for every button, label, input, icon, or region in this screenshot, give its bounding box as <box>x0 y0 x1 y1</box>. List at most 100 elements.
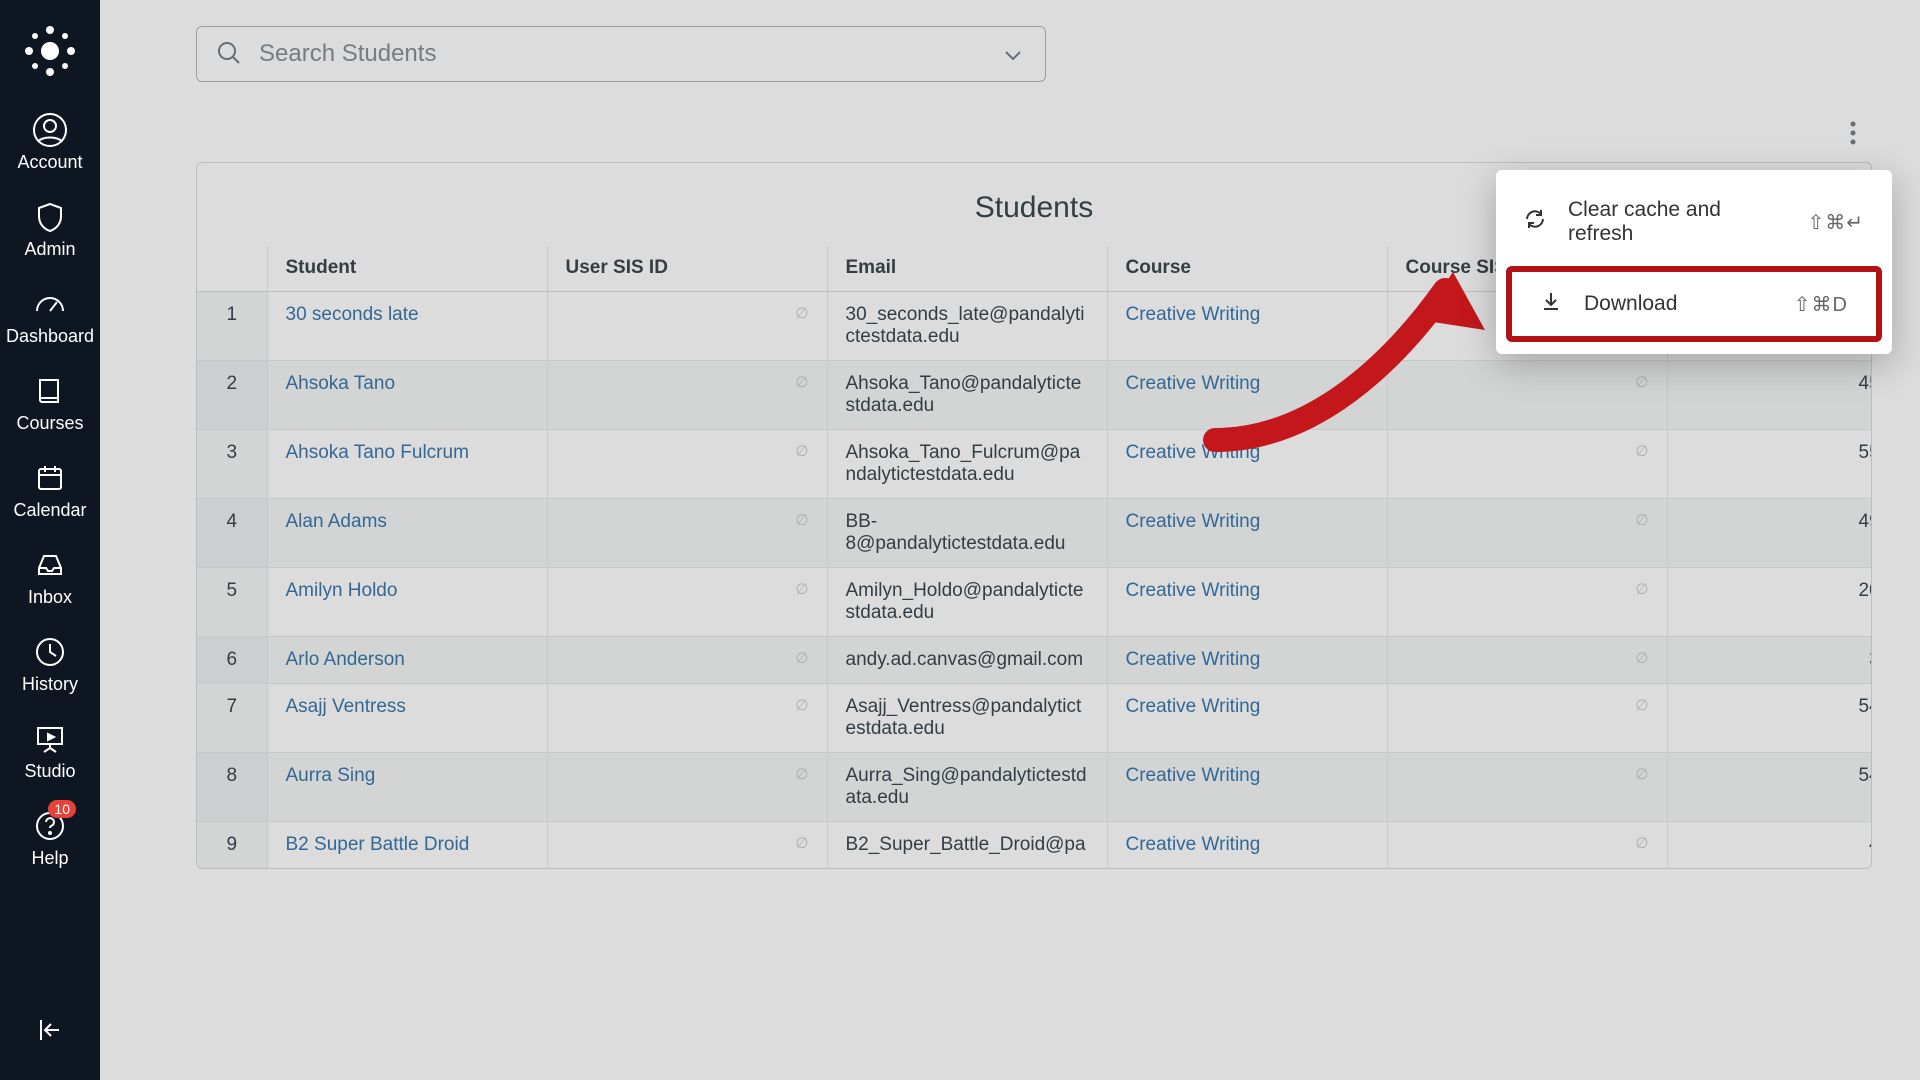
nav-inbox[interactable]: Inbox <box>0 535 100 622</box>
menu-download[interactable]: Download ⇧⌘D <box>1512 272 1876 336</box>
table-row: 5Amilyn Holdo∅Amilyn_Holdo@pandalytictes… <box>197 568 1872 637</box>
gauge-icon <box>30 284 70 324</box>
search-students-input[interactable] <box>196 26 1046 82</box>
cell-student: Aurra Sing <box>267 753 547 822</box>
null-icon: ∅ <box>1635 765 1648 783</box>
cell-sis: ∅ <box>547 292 827 361</box>
cell-sis: ∅ <box>547 568 827 637</box>
calendar-icon <box>30 458 70 498</box>
search-icon <box>216 40 242 71</box>
null-icon: ∅ <box>1635 834 1648 852</box>
course-link[interactable]: Creative Writing <box>1126 765 1261 786</box>
cell-course: Creative Writing <box>1107 822 1387 869</box>
student-link[interactable]: Ahsoka Tano <box>286 373 396 394</box>
cell-student: B2 Super Battle Droid <box>267 822 547 869</box>
cell-course-sis: ∅ <box>1387 637 1667 684</box>
student-link[interactable]: B2 Super Battle Droid <box>286 834 470 855</box>
col-email[interactable]: Email <box>827 247 1107 292</box>
nav-history[interactable]: History <box>0 622 100 709</box>
course-link[interactable]: Creative Writing <box>1126 511 1261 532</box>
student-link[interactable]: Asajj Ventress <box>286 696 406 717</box>
row-number: 8 <box>197 753 267 822</box>
nav-calendar[interactable]: Calendar <box>0 448 100 535</box>
collapse-sidebar-button[interactable] <box>30 1010 70 1050</box>
cell-grade: 20.76% <box>1667 568 1872 637</box>
cell-email: BB-8@pandalytictestdata.edu <box>827 499 1107 568</box>
nav-label: History <box>22 674 78 695</box>
cell-email: andy.ad.canvas@gmail.com <box>827 637 1107 684</box>
menu-shortcut: ⇧⌘↵ <box>1807 210 1864 235</box>
course-link[interactable]: Creative Writing <box>1126 696 1261 717</box>
download-icon <box>1540 290 1562 318</box>
student-link[interactable]: Ahsoka Tano Fulcrum <box>286 442 469 463</box>
nav-label: Dashboard <box>6 326 94 347</box>
course-link[interactable]: Creative Writing <box>1126 373 1261 394</box>
menu-label: Download <box>1584 292 1677 316</box>
student-link[interactable]: Amilyn Holdo <box>286 580 398 601</box>
canvas-logo <box>19 20 81 82</box>
course-link[interactable]: Creative Writing <box>1126 649 1261 670</box>
col-student[interactable]: Student <box>267 247 547 292</box>
menu-shortcut: ⇧⌘D <box>1794 292 1848 317</box>
chevron-down-icon[interactable] <box>1002 44 1024 71</box>
presentation-icon <box>30 719 70 759</box>
table-row: 7Asajj Ventress∅Asajj_Ventress@pandalyti… <box>197 684 1872 753</box>
cell-course: Creative Writing <box>1107 430 1387 499</box>
cell-course-sis: ∅ <box>1387 430 1667 499</box>
row-number: 1 <box>197 292 267 361</box>
course-link[interactable]: Creative Writing <box>1126 304 1261 325</box>
cell-sis: ∅ <box>547 753 827 822</box>
nav-courses[interactable]: Courses <box>0 361 100 448</box>
nav-help[interactable]: 10 Help <box>0 796 100 883</box>
student-link[interactable]: Arlo Anderson <box>286 649 405 670</box>
null-icon: ∅ <box>1635 511 1648 529</box>
more-actions-button[interactable] <box>1838 118 1868 148</box>
cell-course-sis: ∅ <box>1387 684 1667 753</box>
cell-email: Ahsoka_Tano@pandalytictestdata.edu <box>827 361 1107 430</box>
null-icon: ∅ <box>1635 649 1648 667</box>
cell-course: Creative Writing <box>1107 684 1387 753</box>
cell-email: 30_seconds_late@pandalytictestdata.edu <box>827 292 1107 361</box>
row-number: 2 <box>197 361 267 430</box>
row-number: 7 <box>197 684 267 753</box>
course-link[interactable]: Creative Writing <box>1126 834 1261 855</box>
col-user-sis-id[interactable]: User SIS ID <box>547 247 827 292</box>
cell-student: Amilyn Holdo <box>267 568 547 637</box>
nav-studio[interactable]: Studio <box>0 709 100 796</box>
null-icon: ∅ <box>795 304 808 322</box>
table-row: 6Arlo Anderson∅andy.ad.canvas@gmail.comC… <box>197 637 1872 684</box>
row-number: 9 <box>197 822 267 869</box>
cell-course: Creative Writing <box>1107 753 1387 822</box>
nav-label: Calendar <box>13 500 86 521</box>
row-number: 5 <box>197 568 267 637</box>
cell-student: Asajj Ventress <box>267 684 547 753</box>
nav-label: Help <box>31 848 68 869</box>
course-link[interactable]: Creative Writing <box>1126 580 1261 601</box>
refresh-icon <box>1524 208 1546 236</box>
cell-course: Creative Writing <box>1107 292 1387 361</box>
nav-account[interactable]: Account <box>0 100 100 187</box>
table-row: 8Aurra Sing∅Aurra_Sing@pandalytictestdat… <box>197 753 1872 822</box>
cell-grade: 30.3% <box>1667 637 1872 684</box>
table-row: 4Alan Adams∅BB-8@pandalytictestdata.eduC… <box>197 499 1872 568</box>
menu-clear-cache[interactable]: Clear cache and refresh ⇧⌘↵ <box>1496 180 1892 264</box>
course-link[interactable]: Creative Writing <box>1126 442 1261 463</box>
nav-dashboard[interactable]: Dashboard <box>0 274 100 361</box>
null-icon: ∅ <box>1635 580 1648 598</box>
null-icon: ∅ <box>795 696 808 714</box>
cell-sis: ∅ <box>547 684 827 753</box>
cell-email: Amilyn_Holdo@pandalytictestdata.edu <box>827 568 1107 637</box>
null-icon: ∅ <box>795 649 808 667</box>
col-course[interactable]: Course <box>1107 247 1387 292</box>
actions-menu: Clear cache and refresh ⇧⌘↵ Download ⇧⌘D <box>1496 170 1892 354</box>
student-link[interactable]: Aurra Sing <box>286 765 376 786</box>
student-link[interactable]: Alan Adams <box>286 511 387 532</box>
cell-grade: 45.37% <box>1667 361 1872 430</box>
book-icon <box>30 371 70 411</box>
nav-admin[interactable]: Admin <box>0 187 100 274</box>
cell-student: Ahsoka Tano <box>267 361 547 430</box>
cell-sis: ∅ <box>547 499 827 568</box>
cell-sis: ∅ <box>547 822 827 869</box>
student-link[interactable]: 30 seconds late <box>286 304 419 325</box>
null-icon: ∅ <box>795 511 808 529</box>
